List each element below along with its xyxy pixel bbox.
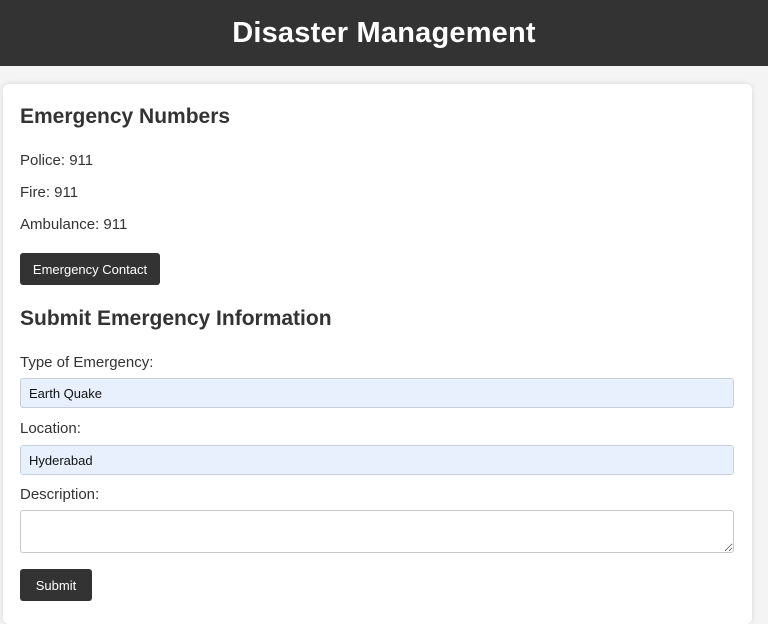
emergency-type-label: Type of Emergency: <box>20 354 154 371</box>
page-title: Disaster Management <box>232 16 536 49</box>
main-card: Emergency Numbers Police: 911 Fire: 911 … <box>3 84 752 624</box>
police-number: Police: 911 <box>20 152 94 169</box>
emergency-type-input[interactable] <box>20 378 734 408</box>
submit-button[interactable]: Submit <box>20 569 92 601</box>
location-input[interactable] <box>20 445 734 475</box>
emergency-numbers-title: Emergency Numbers <box>20 105 231 128</box>
description-textarea[interactable] <box>20 510 734 553</box>
submit-info-title: Submit Emergency Information <box>20 307 332 330</box>
fire-number: Fire: 911 <box>20 184 79 201</box>
description-label: Description: <box>20 486 100 503</box>
emergency-contact-button[interactable]: Emergency Contact <box>20 253 160 285</box>
page-header: Disaster Management <box>0 0 768 66</box>
location-label: Location: <box>20 420 81 437</box>
ambulance-number: Ambulance: 911 <box>20 216 128 233</box>
